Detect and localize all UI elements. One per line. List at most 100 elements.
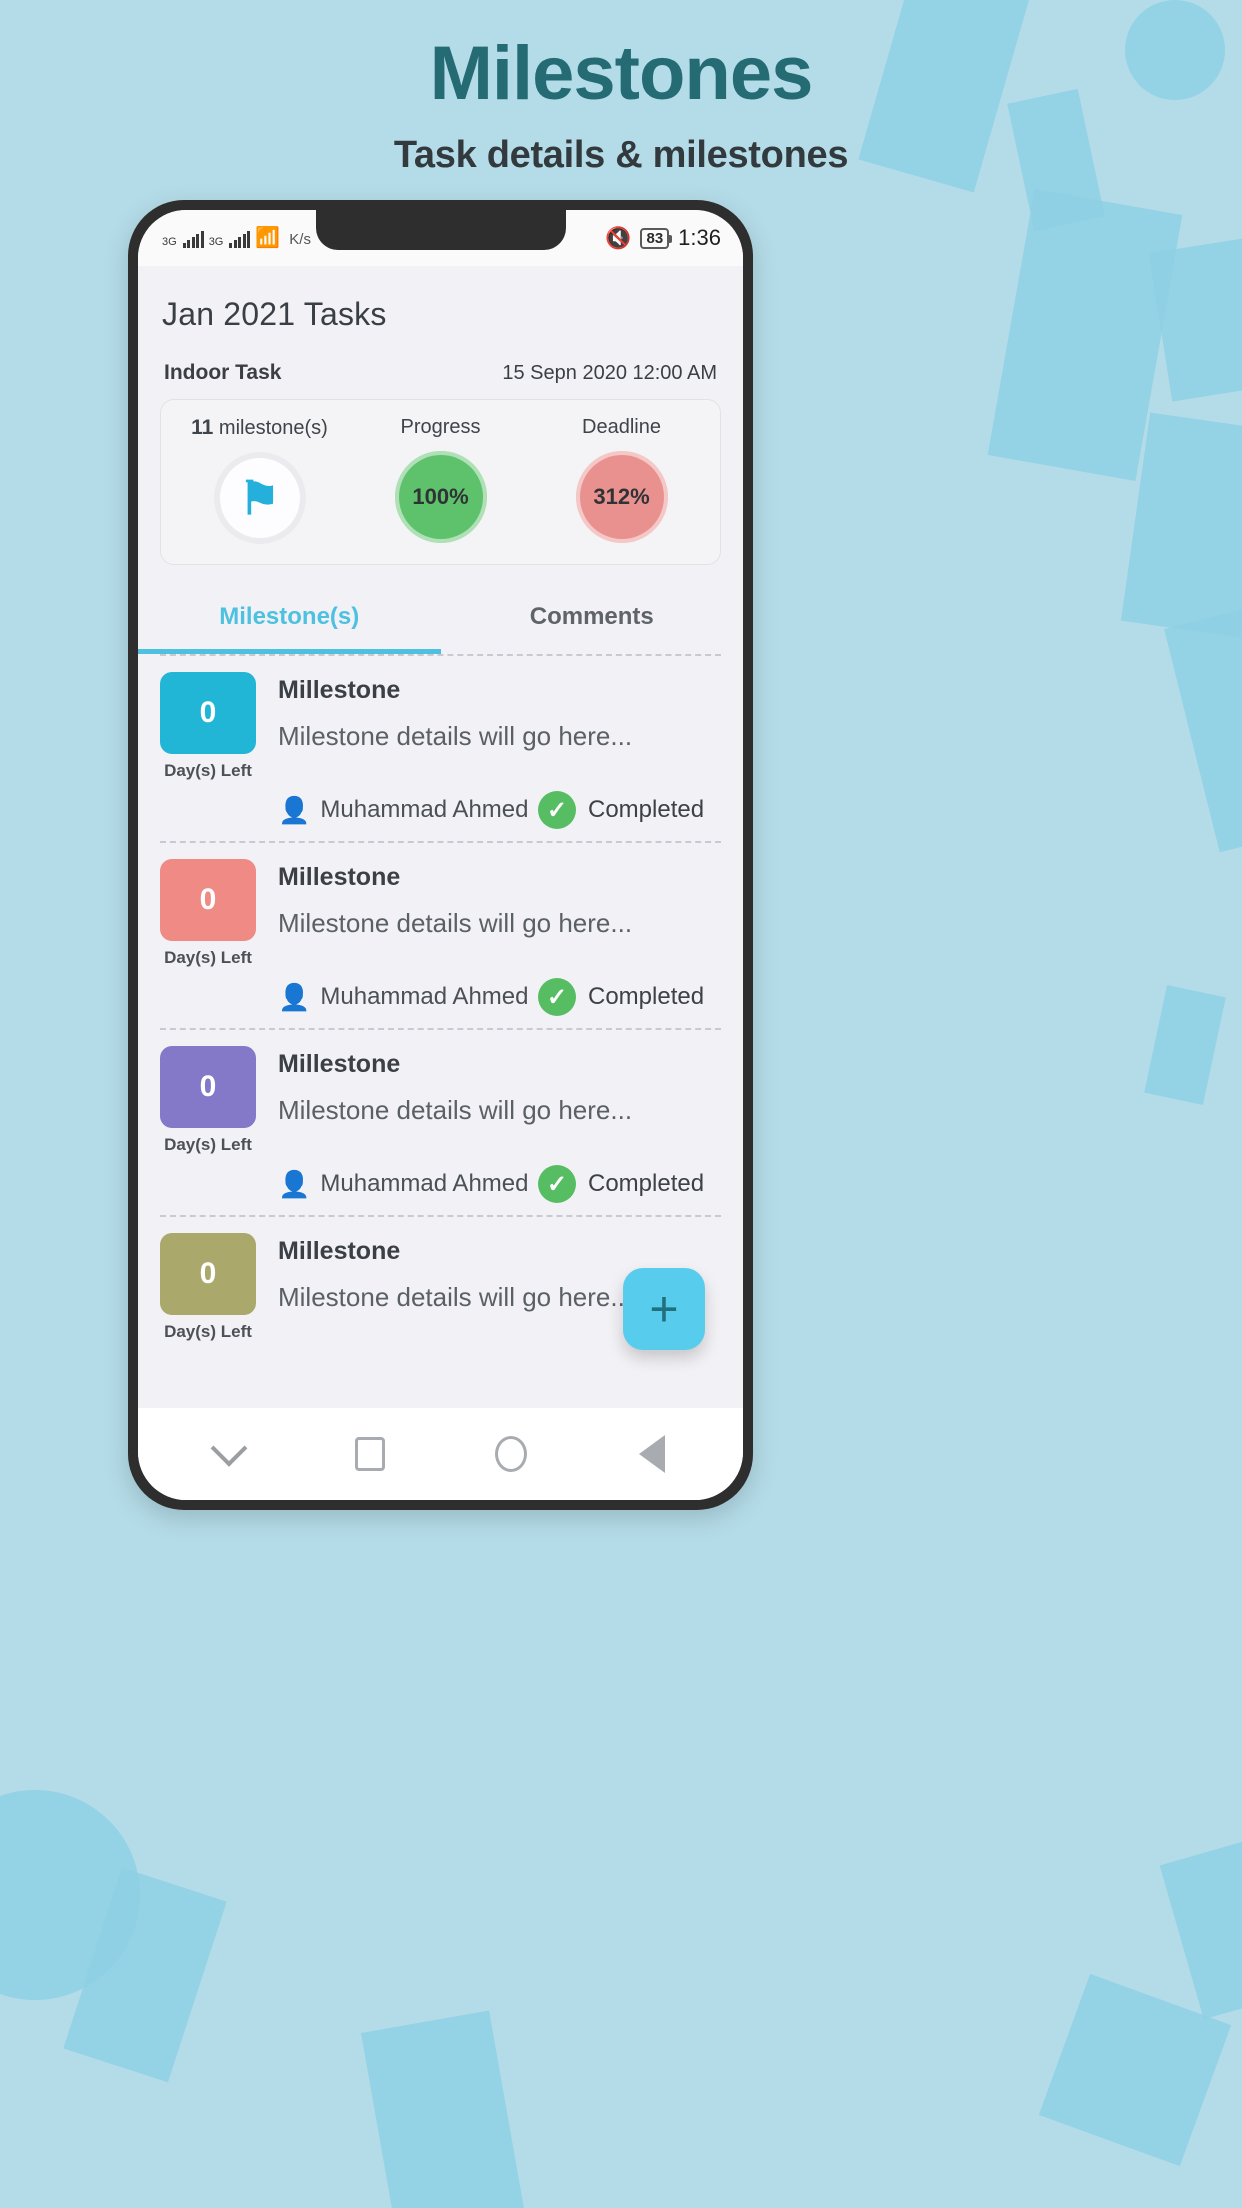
check-circle-icon: ✓ <box>538 978 576 1016</box>
days-left-caption: Day(s) Left <box>164 1322 252 1341</box>
list-item[interactable]: 0 Day(s) Left Millestone Milestone detai… <box>138 1030 743 1215</box>
phone-notch <box>315 210 566 250</box>
assignee-name: Muhammad Ahmed <box>320 983 529 1010</box>
milestone-count-unit: milestone(s) <box>218 417 328 439</box>
decor-shape <box>1159 1840 1242 2020</box>
check-circle-icon: ✓ <box>538 791 576 829</box>
add-milestone-fab[interactable]: + <box>623 1268 705 1350</box>
milestone-title: Millestone <box>278 676 401 704</box>
task-stats-card: 11 milestone(s) ⚑ Progress 100% Deadline… <box>160 399 721 565</box>
stat-deadline: Deadline 312% <box>531 416 712 544</box>
stat-milestones-label: 11 milestone(s) <box>191 416 328 440</box>
days-left-block: 0 Day(s) Left <box>160 1233 256 1342</box>
milestone-meta-row: 👤 Muhammad Ahmed ✓ Completed <box>278 978 721 1016</box>
days-left-block: 0 Day(s) Left <box>160 672 256 781</box>
network-type-1-label: 3G <box>162 236 177 248</box>
milestone-count: 11 <box>191 416 214 439</box>
chevron-down-icon[interactable] <box>199 1424 259 1484</box>
battery-indicator: 83 <box>640 227 672 249</box>
flag-icon: ⚑ <box>238 472 281 524</box>
days-left-block: 0 Day(s) Left <box>160 1046 256 1155</box>
decor-shape <box>1164 597 1242 853</box>
hero-header: Milestones Task details & milestones <box>0 0 1242 177</box>
wifi-icon: 📶 <box>255 227 281 249</box>
milestone-title: Millestone <box>278 1050 401 1078</box>
square-icon[interactable] <box>340 1424 400 1484</box>
signal-bars-icon-1 <box>182 231 204 248</box>
tab-bar: Milestone(s) Comments <box>138 581 743 654</box>
task-date-label: 15 Sepn 2020 12:00 AM <box>502 361 717 384</box>
assignee-name: Muhammad Ahmed <box>320 796 529 823</box>
days-left-block: 0 Day(s) Left <box>160 859 256 968</box>
days-left-badge: 0 <box>160 859 256 941</box>
person-icon: 👤 <box>278 982 311 1012</box>
deadline-value-circle: 312% <box>575 451 668 543</box>
signal-bars-icon-2 <box>229 231 251 248</box>
days-left-caption: Day(s) Left <box>164 948 252 967</box>
check-circle-icon: ✓ <box>538 1165 576 1203</box>
days-left-badge: 0 <box>160 1046 256 1128</box>
stat-deadline-label: Deadline <box>582 416 661 438</box>
milestone-body: Millestone Milestone details will go her… <box>278 1046 721 1155</box>
status-bar-left: 3G 3G 📶 K/s <box>162 228 311 248</box>
progress-value-circle: 100% <box>394 451 487 543</box>
milestone-description: Milestone details will go here... <box>278 1095 633 1125</box>
decor-shape <box>361 2010 529 2208</box>
status-label: Completed <box>588 983 705 1010</box>
task-summary-section: Indoor Task 15 Sepn 2020 12:00 AM 11 mil… <box>138 359 743 581</box>
tab-milestones[interactable]: Milestone(s) <box>138 581 441 654</box>
milestone-top-row: 0 Day(s) Left Millestone Milestone detai… <box>160 672 721 781</box>
status-badge: ✓ Completed <box>538 791 704 829</box>
network-type-2-label: 3G <box>208 236 224 248</box>
milestone-body: Millestone Milestone details will go her… <box>278 672 721 781</box>
stat-progress-label: Progress <box>400 416 481 438</box>
list-item[interactable]: 0 Day(s) Left Millestone Milestone detai… <box>138 656 743 841</box>
milestone-meta-row: 👤 Muhammad Ahmed ✓ Completed <box>278 1165 721 1203</box>
days-left-caption: Day(s) Left <box>164 761 252 780</box>
milestone-top-row: 0 Day(s) Left Millestone Milestone detai… <box>160 1046 721 1155</box>
milestone-title: Millestone <box>278 1237 401 1265</box>
status-bar: 3G 3G 📶 K/s 🔇 83 1:36 <box>138 210 743 266</box>
page-title: Milestones <box>429 31 814 116</box>
app-bar-title: Jan 2021 Tasks <box>162 296 387 332</box>
milestone-title: Millestone <box>278 863 401 891</box>
milestone-flag-circle: ⚑ <box>213 452 306 544</box>
status-badge: ✓ Completed <box>538 978 704 1016</box>
page-subtitle: Task details & milestones <box>393 133 849 176</box>
days-left-caption: Day(s) Left <box>164 1135 252 1154</box>
assignee: 👤 Muhammad Ahmed <box>278 796 538 824</box>
task-name-label: Indoor Task <box>164 361 282 384</box>
stat-progress: Progress 100% <box>350 416 531 544</box>
assignee: 👤 Muhammad Ahmed <box>278 1170 538 1198</box>
task-header-row: Indoor Task 15 Sepn 2020 12:00 AM <box>160 359 721 399</box>
assignee-name: Muhammad Ahmed <box>320 1170 529 1197</box>
milestone-top-row: 0 Day(s) Left Millestone Milestone detai… <box>160 859 721 968</box>
milestone-description: Milestone details will go here... <box>278 721 633 751</box>
decor-shape <box>1144 984 1226 1106</box>
assignee: 👤 Muhammad Ahmed <box>278 983 538 1011</box>
phone-mockup: 3G 3G 📶 K/s 🔇 83 1:36 Jan 2021 Tasks Ind… <box>128 200 753 1510</box>
circle-icon[interactable] <box>481 1424 541 1484</box>
milestone-body: Millestone Milestone details will go her… <box>278 859 721 968</box>
mute-icon: 🔇 <box>605 226 632 250</box>
person-icon: 👤 <box>278 795 311 825</box>
back-triangle-icon[interactable] <box>622 1424 682 1484</box>
app-bar: Jan 2021 Tasks <box>138 266 743 359</box>
status-bar-right: 🔇 83 1:36 <box>605 225 721 251</box>
network-speed-label: K/s <box>289 231 311 248</box>
status-badge: ✓ Completed <box>538 1165 704 1203</box>
list-item[interactable]: 0 Day(s) Left Millestone Milestone detai… <box>138 843 743 1028</box>
status-label: Completed <box>588 1170 705 1197</box>
milestone-description: Milestone details will go here... <box>278 908 633 938</box>
stat-milestones: 11 milestone(s) ⚑ <box>169 416 350 544</box>
person-icon: 👤 <box>278 1169 311 1199</box>
decor-shape <box>1148 238 1242 402</box>
clock-label: 1:36 <box>678 225 721 250</box>
milestone-meta-row: 👤 Muhammad Ahmed ✓ Completed <box>278 791 721 829</box>
android-nav-bar <box>138 1408 743 1500</box>
days-left-badge: 0 <box>160 672 256 754</box>
status-label: Completed <box>588 796 705 823</box>
phone-screen: 3G 3G 📶 K/s 🔇 83 1:36 Jan 2021 Tasks Ind… <box>138 210 743 1500</box>
tab-comments[interactable]: Comments <box>441 581 744 654</box>
days-left-badge: 0 <box>160 1233 256 1315</box>
